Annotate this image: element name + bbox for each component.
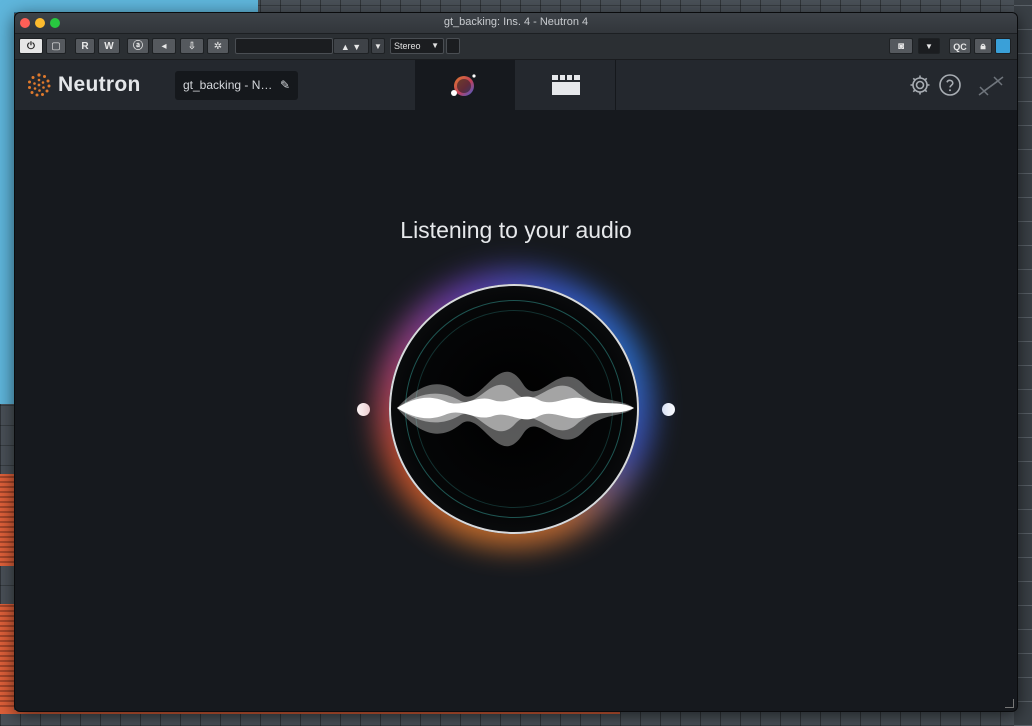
power-button[interactable]: ⏻ — [19, 38, 43, 54]
mixer-icon — [552, 75, 580, 95]
title-bar[interactable]: gt_backing: Ins. 4 - Neutron 4 — [15, 13, 1017, 34]
help-button[interactable] — [938, 73, 962, 97]
preset-dropdown[interactable]: ▼ — [371, 38, 385, 54]
arrow-left-icon: ◂ — [161, 41, 167, 52]
snapshot-button[interactable]: ◙ — [889, 38, 913, 54]
izotope-logo-icon — [28, 73, 51, 97]
help-icon — [939, 74, 961, 96]
logo-text: Neutron — [58, 73, 141, 96]
read-automation-button[interactable]: R — [75, 38, 95, 54]
gear-icon: ✲ — [213, 41, 223, 52]
daw-midi-clip — [0, 604, 14, 710]
assistant-orb-icon — [451, 74, 476, 96]
preset-name: gt_backing - N… — [183, 78, 273, 92]
pencil-icon[interactable]: ✎ — [280, 71, 290, 100]
quick-controls-button[interactable]: QC — [949, 38, 971, 54]
lock-icon: 🔒︎ — [980, 41, 986, 52]
bypass-icon: ▢ — [51, 41, 61, 52]
ipc-link-button[interactable] — [976, 73, 1006, 97]
tab-mixer[interactable] — [515, 60, 616, 110]
settings-button[interactable] — [908, 73, 932, 97]
left-handle[interactable] — [357, 403, 370, 416]
lock-button[interactable]: 🔒︎ — [974, 38, 992, 54]
listening-headline: Listening to your audio — [400, 217, 632, 243]
tab-assistant[interactable] — [415, 60, 515, 110]
waveform-icon — [397, 371, 634, 447]
automation-button[interactable]: ⓐ — [127, 38, 149, 54]
snapshot-dropdown[interactable]: ▼ — [918, 38, 940, 54]
routing-button[interactable]: ⇩ — [180, 38, 204, 54]
settings-icon — [910, 75, 930, 95]
listening-orb — [375, 270, 653, 548]
automation-icon: ⓐ — [133, 41, 143, 52]
routing-icon: ⇩ — [187, 41, 197, 52]
link-icon — [978, 76, 1004, 96]
preset-stepper[interactable]: ▲ ▼ — [333, 38, 369, 54]
plugin-settings-button[interactable]: ✲ — [207, 38, 229, 54]
previous-button[interactable]: ◂ — [152, 38, 176, 54]
preset-name-field[interactable]: gt_backing - N… ✎ — [175, 71, 298, 100]
preset-field[interactable] — [235, 38, 333, 54]
plugin-window: gt_backing: Ins. 4 - Neutron 4 ⏻ ▢ R W ⓐ… — [14, 12, 1018, 712]
assistant-panel: Listening to your audio — [15, 110, 1017, 711]
right-handle[interactable] — [662, 403, 675, 416]
neutron-logo: Neutron — [25, 71, 141, 99]
camera-icon: ◙ — [897, 41, 905, 52]
host-toolbar: ⏻ ▢ R W ⓐ ◂ ⇩ ✲ ▲ ▼ ▼ Stereo ▼ ◙ ▼ QC 🔒︎ — [15, 34, 1017, 60]
power-icon: ⏻ — [27, 41, 35, 52]
focus-button[interactable] — [995, 38, 1011, 54]
channel-mode-select[interactable]: Stereo ▼ — [390, 38, 444, 54]
daw-audio-clip — [0, 12, 14, 404]
chevron-down-icon: ▼ — [431, 41, 439, 50]
daw-midi-clip — [0, 474, 14, 566]
window-title: gt_backing: Ins. 4 - Neutron 4 — [443, 16, 589, 28]
write-automation-button[interactable]: W — [98, 38, 120, 54]
resize-grip[interactable] — [1005, 699, 1014, 708]
side-chain-field[interactable] — [446, 38, 460, 54]
neutron-header: Neutron gt_backing - N… ✎ — [15, 60, 1017, 110]
bypass-button[interactable]: ▢ — [46, 38, 66, 54]
